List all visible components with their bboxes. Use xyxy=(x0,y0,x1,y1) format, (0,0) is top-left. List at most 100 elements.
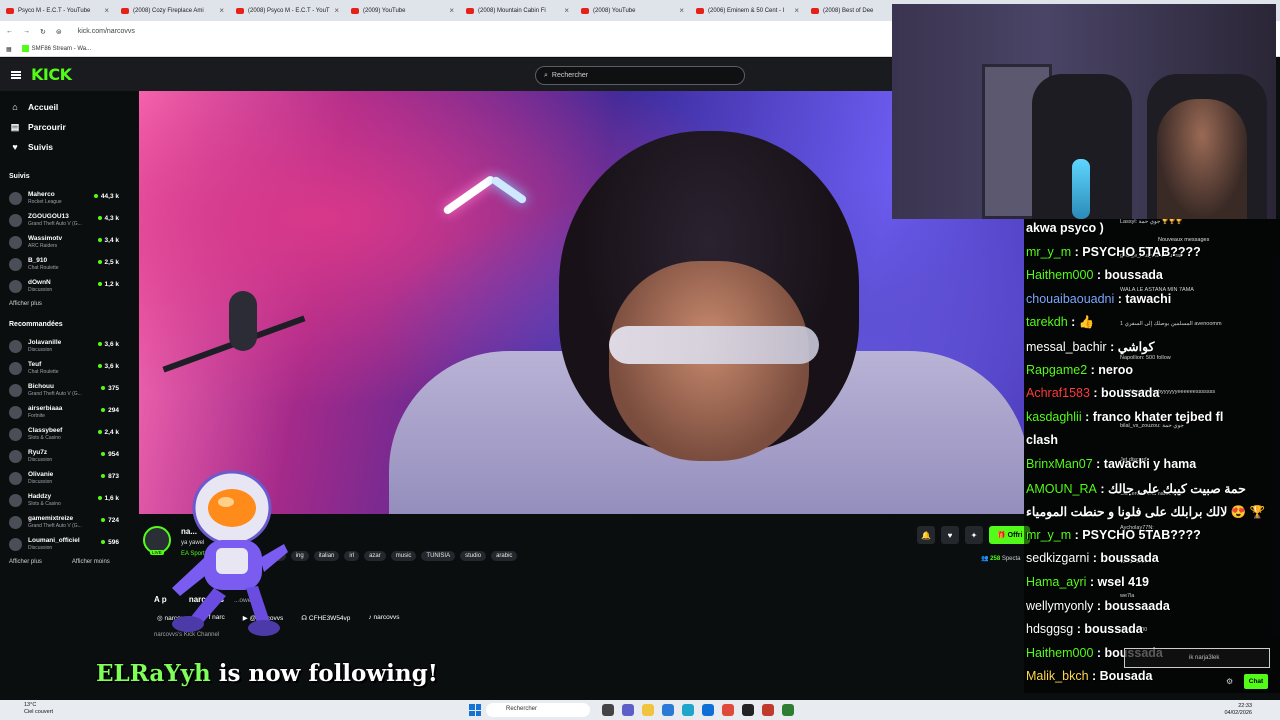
follow-heart-icon[interactable]: ♥ xyxy=(941,526,959,544)
teams-icon[interactable] xyxy=(622,704,634,716)
obs-icon[interactable] xyxy=(742,704,754,716)
show-more-link[interactable]: Afficher plus xyxy=(9,559,42,573)
weather-widget[interactable]: 13°C Ciel couvert xyxy=(24,702,53,716)
explorer-icon[interactable] xyxy=(642,704,654,716)
edge-icon[interactable] xyxy=(682,704,694,716)
bookmark-item[interactable]: SMF86 Stream - Wa... xyxy=(21,45,91,53)
chat-username[interactable]: BrinxMan07 xyxy=(1026,457,1093,471)
sidebar-channel[interactable]: Classybeef Slots & Casino 2,4 k xyxy=(0,423,139,445)
sidebar-channel[interactable]: Olivanie Discussion 873 xyxy=(0,467,139,489)
stream-tag[interactable]: ing xyxy=(290,551,309,561)
reload-icon[interactable]: ↻ xyxy=(40,28,46,36)
browser-tab[interactable]: Psyco M - E.C.T - YouTube × xyxy=(0,0,115,21)
social-link[interactable]: ☊ CFHE3W54vp xyxy=(301,614,350,622)
close-tab-icon[interactable]: × xyxy=(334,6,339,15)
chat-input[interactable]: ik narja3lek xyxy=(1124,648,1270,668)
sidebar-channel[interactable]: B_910 Chat Roulette 2,5 k xyxy=(0,253,139,275)
close-tab-icon[interactable]: × xyxy=(564,6,569,15)
menu-icon[interactable] xyxy=(11,70,21,79)
chat-username[interactable]: hdsggsg xyxy=(1026,622,1073,636)
chat-username[interactable]: Malik_bkch xyxy=(1026,669,1089,683)
chat-username[interactable]: wellymyonly xyxy=(1026,599,1093,613)
sidebar-channel[interactable]: Teuf Chat Roulette 3,6 k xyxy=(0,357,139,379)
tiktok-icon: ♪ xyxy=(368,614,372,621)
store-icon[interactable] xyxy=(662,704,674,716)
chat-send-button[interactable]: Chat xyxy=(1244,674,1268,689)
back-icon[interactable]: ← xyxy=(6,28,13,35)
viewer-count: 3,4 k xyxy=(98,237,119,244)
sidebar-channel[interactable]: dOwnN Discussion 1,2 k xyxy=(0,275,139,297)
chat-message: Achraf1583 : boussada xyxy=(1026,386,1159,400)
sidebar-channel[interactable]: Maherco Rocket League 44,3 k xyxy=(0,187,139,209)
address-bar[interactable]: kick.com/narcovvs xyxy=(78,28,135,35)
sidebar-channel[interactable]: Bichouu Grand Theft Auto V (G... 375 xyxy=(0,379,139,401)
chat-username[interactable]: sedkizgarni xyxy=(1026,551,1089,565)
terminal-icon[interactable] xyxy=(782,704,794,716)
show-more-link[interactable]: Afficher plus xyxy=(9,301,42,315)
search-input[interactable]: ⌕ Rechercher xyxy=(535,66,745,85)
stream-tag[interactable]: studio xyxy=(460,551,487,561)
chat-username[interactable]: Rapgame2 xyxy=(1026,363,1087,377)
chat-username[interactable]: Haithem000 xyxy=(1026,646,1093,660)
browser-tab[interactable]: (2008) Mountain Cabin Fi × xyxy=(460,0,575,21)
viewers-icon: 👥 xyxy=(981,556,989,562)
close-tab-icon[interactable]: × xyxy=(104,6,109,15)
mail-icon[interactable] xyxy=(702,704,714,716)
forward-icon[interactable]: → xyxy=(23,28,30,35)
windows-start-icon[interactable] xyxy=(469,704,481,716)
app-icon[interactable] xyxy=(762,704,774,716)
browser-tab[interactable]: (2008) YouTube × xyxy=(575,0,690,21)
more-actions-icon[interactable]: ✦ xyxy=(965,526,983,544)
stream-tag[interactable]: arabic xyxy=(491,551,518,561)
chat-username[interactable]: kasdaghlii xyxy=(1026,410,1082,424)
kick-logo[interactable]: KICK xyxy=(31,65,72,84)
chat-username[interactable]: messal_bachir xyxy=(1026,340,1107,354)
stream-tag[interactable]: TUNISIA xyxy=(421,551,456,561)
stream-tag[interactable]: music xyxy=(390,551,417,561)
stream-tag[interactable]: irl xyxy=(344,551,360,561)
avatar xyxy=(9,383,22,397)
sidebar-channel[interactable]: airserbiaaa Fortnite 294 xyxy=(0,401,139,423)
chat-username[interactable]: tarekdh xyxy=(1026,315,1068,329)
chat-username[interactable]: Achraf1583 xyxy=(1026,386,1090,400)
stream-tag[interactable]: azar xyxy=(364,551,386,561)
nav-item-accueil[interactable]: ⌂ Accueil xyxy=(0,97,139,117)
nav-item-parcourir[interactable]: ▤ Parcourir xyxy=(0,117,139,137)
chat-username[interactable]: AMOUN_RA xyxy=(1026,482,1097,496)
taskbar-search[interactable]: Rechercher xyxy=(486,703,590,717)
sidebar-channel[interactable]: Jolavanille Discussion 3,6 k xyxy=(0,335,139,357)
sidebar-channel[interactable]: ZGOUGOU13 Grand Theft Auto V (G... 4,3 k xyxy=(0,209,139,231)
chat-username[interactable]: Haithem000 xyxy=(1026,268,1093,282)
social-link[interactable]: ♪ narcovvs xyxy=(368,614,399,622)
browser-tab[interactable]: (2009) YouTube × xyxy=(345,0,460,21)
chat-username[interactable]: mr_y_m xyxy=(1026,245,1071,259)
sidebar-channel[interactable]: Loumani_officiel Discussion 596 xyxy=(0,533,139,555)
viewer-count: 2,4 k xyxy=(98,429,119,436)
chat-username[interactable]: Hama_ayri xyxy=(1026,575,1086,589)
sidebar-channel[interactable]: Ryu7z Discussion 954 xyxy=(0,445,139,467)
task-view-icon[interactable] xyxy=(602,704,614,716)
close-tab-icon[interactable]: × xyxy=(679,6,684,15)
browser-tab[interactable]: (2008) Cozy Fireplace Ami × xyxy=(115,0,230,21)
system-clock[interactable]: 22:33 04/02/2026 xyxy=(1224,703,1252,717)
browser-tab[interactable]: (2008) Psyco M - E.C.T - YouT × xyxy=(230,0,345,21)
sidebar-channel[interactable]: Haddzy Slots & Casino 1,6 k xyxy=(0,489,139,511)
site-info-icon[interactable]: ⊜ xyxy=(56,28,62,36)
close-tab-icon[interactable]: × xyxy=(794,6,799,15)
youtube-icon xyxy=(6,7,14,14)
sidebar-channel[interactable]: Wassimotv ARC Raiders 3,4 k xyxy=(0,231,139,253)
close-tab-icon[interactable]: × xyxy=(449,6,454,15)
settings-icon[interactable]: ⚙ xyxy=(1226,677,1233,686)
chat-text: : boussada xyxy=(1089,386,1160,401)
chat-username[interactable]: chouaibaouadni xyxy=(1026,292,1114,306)
close-tab-icon[interactable]: × xyxy=(219,6,224,15)
apps-icon[interactable]: ▦ xyxy=(6,46,12,53)
show-less-link[interactable]: Afficher moins xyxy=(72,559,110,573)
stream-tag[interactable]: italian xyxy=(313,551,340,561)
browser-tab[interactable]: (2006) Eminem & 50 Cent - I × xyxy=(690,0,805,21)
chat-username[interactable]: mr_y_m xyxy=(1026,528,1071,542)
notification-bell-icon[interactable]: 🔔 xyxy=(917,526,935,544)
nav-item-suivis[interactable]: ♥ Suivis xyxy=(0,137,139,157)
sidebar-channel[interactable]: gamemixtreize Grand Theft Auto V (G... 724 xyxy=(0,511,139,533)
chrome-icon[interactable] xyxy=(722,704,734,716)
